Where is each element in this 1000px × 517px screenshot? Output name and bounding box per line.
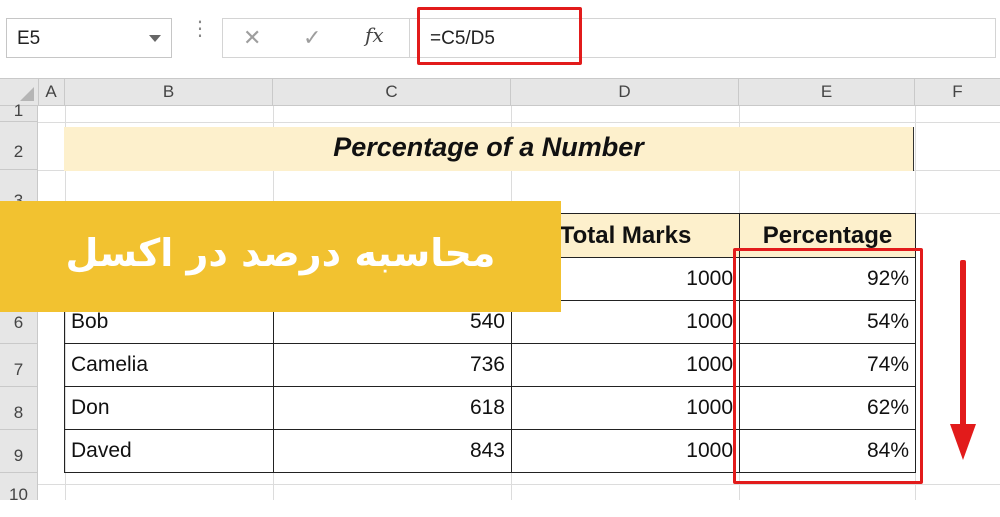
percentage-column-highlight — [733, 248, 923, 484]
row-header-9[interactable]: 9 — [0, 430, 37, 473]
gridline — [38, 122, 1000, 123]
row-header-8[interactable]: 8 — [0, 387, 37, 430]
cell-name[interactable]: Camelia — [64, 343, 274, 387]
cell-marks[interactable]: 618 — [273, 386, 512, 430]
down-arrow-head-icon — [950, 424, 976, 460]
column-header-e[interactable]: E — [739, 79, 915, 105]
row-header-2[interactable]: 2 — [0, 122, 37, 170]
column-header-f[interactable]: F — [915, 79, 1000, 105]
sheet-title-cell[interactable]: Percentage of a Number — [64, 127, 914, 171]
row-header-7[interactable]: 7 — [0, 344, 37, 387]
column-header-a[interactable]: A — [38, 79, 65, 105]
cell-total[interactable]: 1000 — [511, 343, 740, 387]
column-header-c[interactable]: C — [273, 79, 511, 105]
cell-total[interactable]: 1000 — [511, 429, 740, 473]
title-banner: محاسبه درصد در اکسل — [0, 201, 561, 312]
formula-bar: E5 ⋮ ✕ ✓ fx =C5/D5 — [0, 0, 1000, 78]
cell-total[interactable]: 1000 — [511, 386, 740, 430]
cell-name[interactable]: Don — [64, 386, 274, 430]
name-box[interactable]: E5 — [6, 18, 172, 58]
gridline — [38, 484, 1000, 485]
more-options-icon[interactable]: ⋮ — [190, 19, 210, 39]
sheet-title: Percentage of a Number — [333, 132, 644, 162]
banner-text: محاسبه درصد در اکسل — [65, 231, 496, 275]
down-arrow-icon — [960, 260, 966, 428]
check-icon[interactable]: ✓ — [303, 25, 321, 51]
row-header-10[interactable]: 10 — [0, 473, 37, 504]
column-header-d[interactable]: D — [511, 79, 739, 105]
row-header-1[interactable]: 1 — [0, 102, 37, 122]
column-header-b[interactable]: B — [65, 79, 273, 105]
name-box-value: E5 — [17, 28, 41, 49]
formula-buttons: ✕ ✓ fx — [222, 18, 410, 58]
cell-marks[interactable]: 736 — [273, 343, 512, 387]
cell-marks[interactable]: 843 — [273, 429, 512, 473]
close-icon[interactable]: ✕ — [243, 25, 261, 51]
cell-name[interactable]: Daved — [64, 429, 274, 473]
formula-highlight — [417, 7, 582, 65]
column-header-bar: A B C D E F — [0, 78, 1000, 106]
insert-function-button[interactable]: fx — [365, 23, 384, 47]
chevron-down-icon[interactable] — [149, 35, 161, 42]
